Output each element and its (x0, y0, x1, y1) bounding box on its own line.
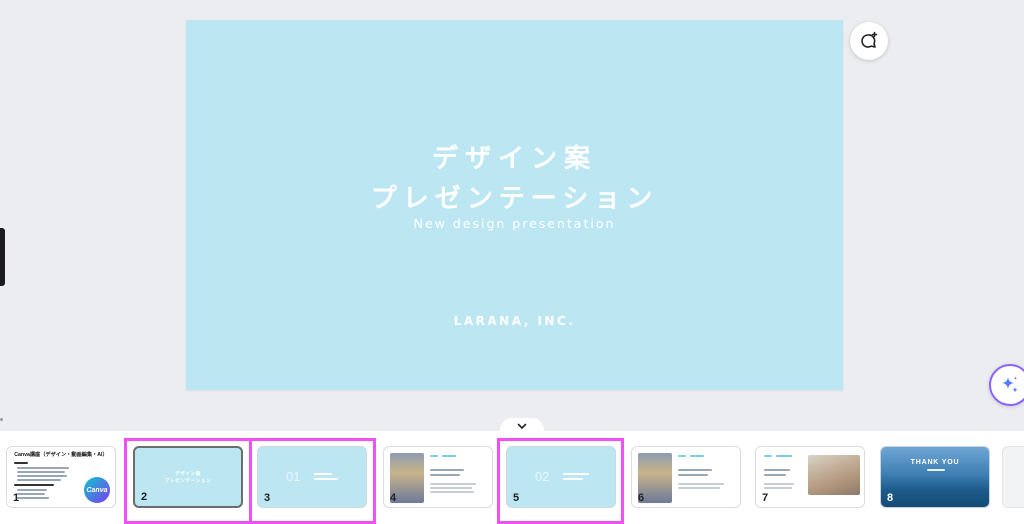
magic-assistant-button[interactable] (989, 364, 1024, 406)
page-thumbnail-1[interactable]: Canva講座（デザイン・動画編集・AI） Canva 1 (6, 446, 116, 508)
comment-add-icon (861, 31, 878, 48)
page-number-8: 8 (887, 492, 894, 504)
page-filmstrip: Canva講座（デザイン・動画編集・AI） Canva 1 デザイン案 プレゼン… (0, 431, 1024, 524)
page-number-6: 6 (638, 492, 645, 504)
page-thumbnail-7[interactable]: 7 (755, 446, 865, 508)
page-number-4: 4 (390, 492, 397, 504)
thumb-2-line1: デザイン案 (175, 471, 201, 476)
add-page-thumbnail[interactable] (1002, 446, 1024, 508)
slide-canvas[interactable]: デザイン案 プレゼンテーション New design presentation … (186, 20, 843, 390)
page-thumbnail-8[interactable]: THANK YOU 8 (880, 446, 990, 508)
chevron-down-icon (517, 423, 527, 429)
side-panel-handle[interactable] (0, 228, 5, 286)
page-thumbnail-2[interactable]: デザイン案 プレゼンテーション 2 (133, 446, 243, 508)
thumb-7-photo (808, 455, 860, 495)
sparkle-icon (1002, 376, 1018, 393)
page-thumbnail-4[interactable]: 4 (383, 446, 493, 508)
page-number-3: 3 (264, 492, 271, 504)
thumb-3-number: 01 (286, 469, 301, 484)
slide-subtitle[interactable]: New design presentation (186, 216, 843, 231)
thumb-2-line2: プレゼンテーション (164, 478, 212, 483)
slide-title-line2[interactable]: プレゼンテーション (186, 178, 843, 215)
editor-canvas-area: デザイン案 プレゼンテーション New design presentation … (0, 0, 1024, 421)
page-number-1: 1 (13, 492, 20, 504)
page-thumbnail-5[interactable]: 02 5 (506, 446, 616, 508)
thumb-1-title: Canva講座（デザイン・動画編集・AI） (14, 452, 108, 458)
page-number-5: 5 (513, 492, 520, 504)
thumb-5-number: 02 (535, 469, 550, 484)
page-thumbnail-3[interactable]: 01 3 (257, 446, 367, 508)
page-number-2: 2 (141, 491, 148, 503)
page-number-7: 7 (762, 492, 769, 504)
page-thumbnail-6[interactable]: 6 (631, 446, 741, 508)
slide-title-line1[interactable]: デザイン案 (186, 138, 843, 175)
slide-company[interactable]: LARANA, INC. (186, 314, 843, 328)
add-comment-button[interactable] (850, 22, 888, 60)
canva-logo: Canva (84, 477, 110, 503)
divider-dot (0, 418, 3, 421)
thumb-8-title: THANK YOU (910, 459, 960, 466)
